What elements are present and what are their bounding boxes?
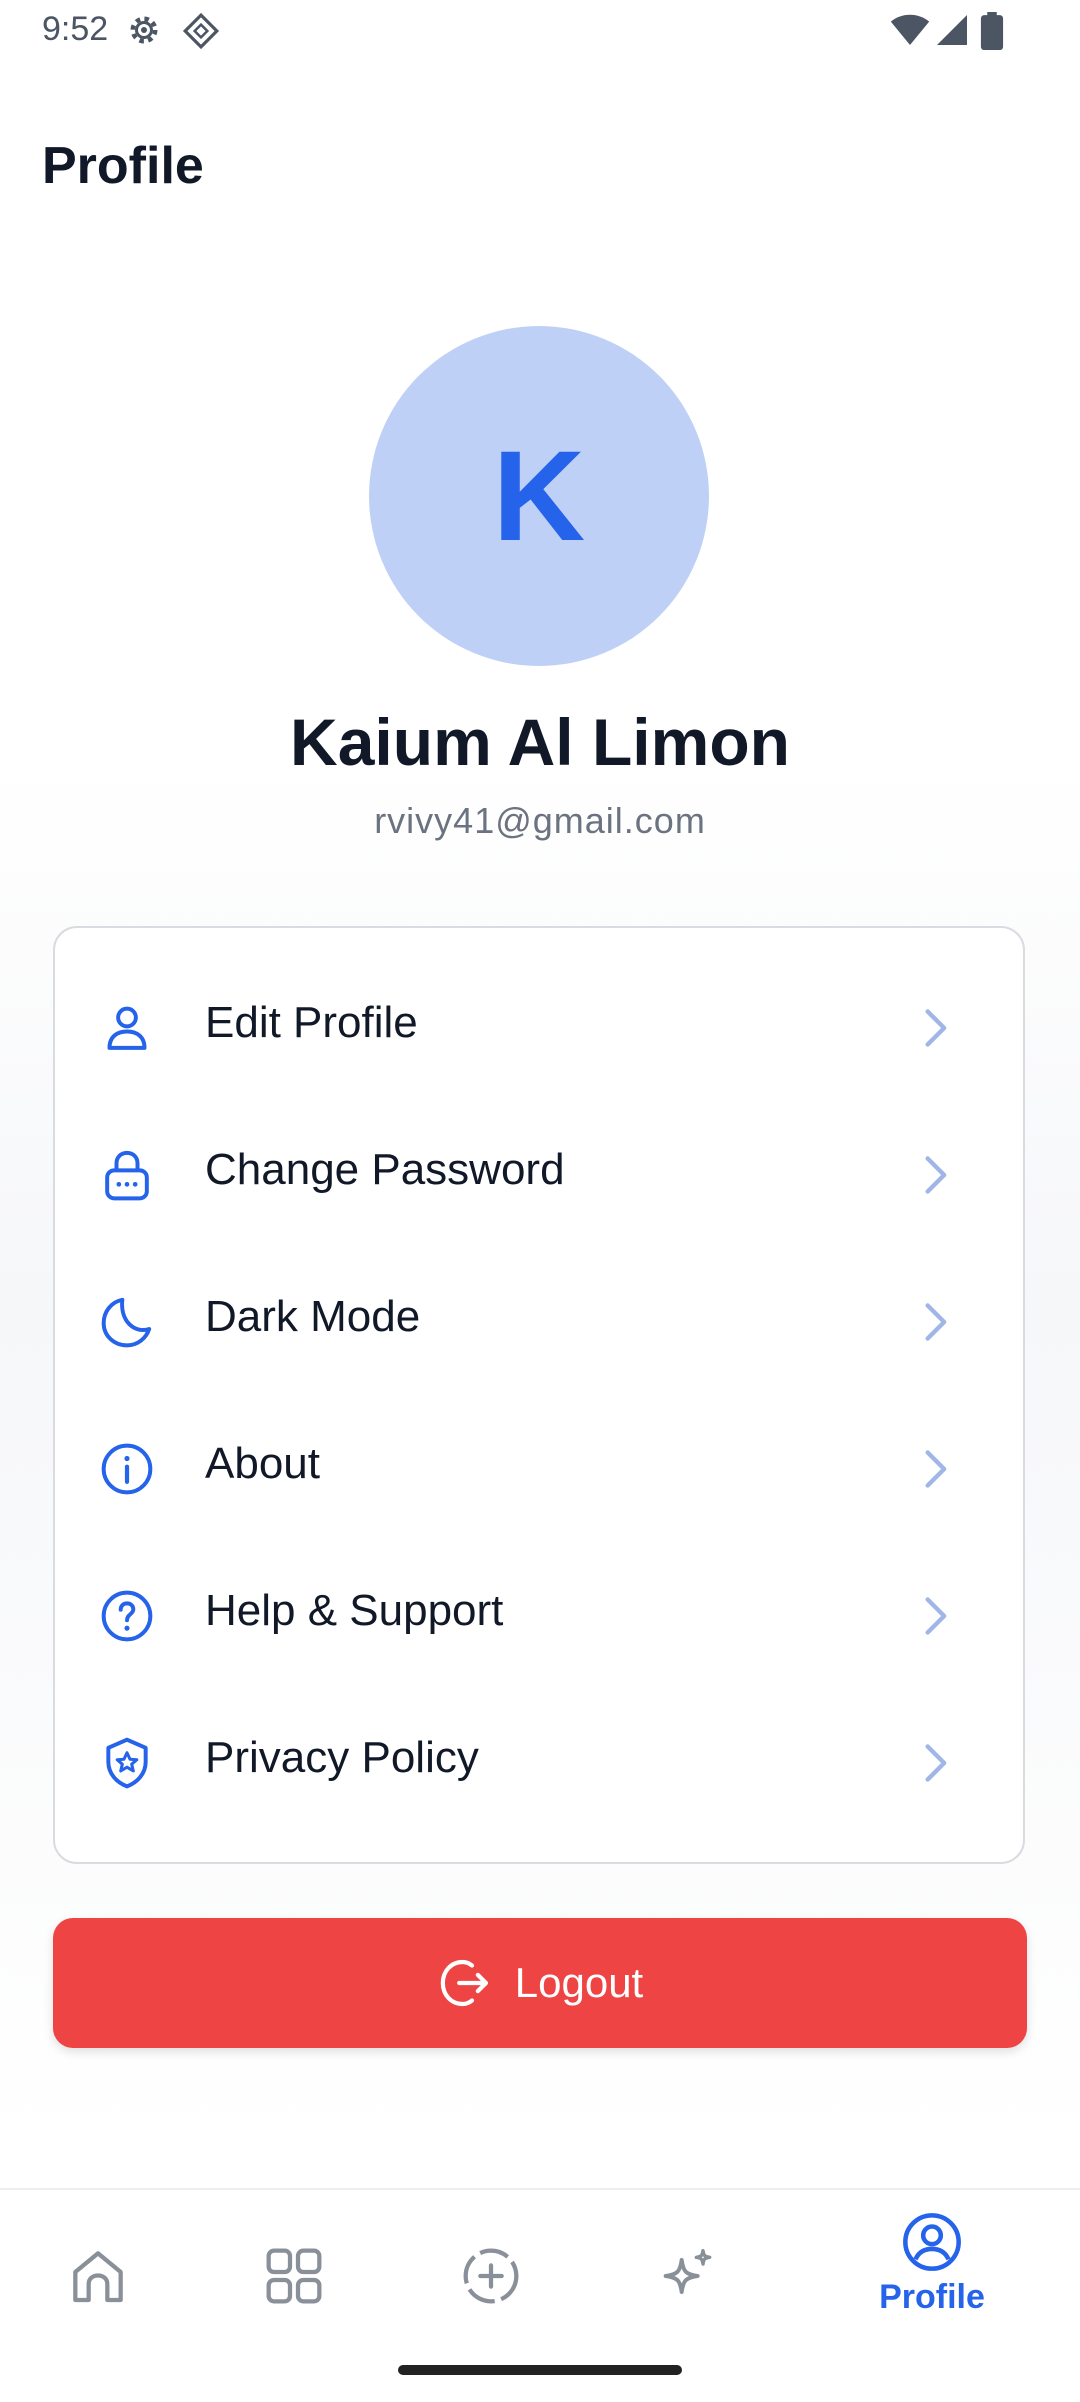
user-email: rvivy41@gmail.com xyxy=(374,800,706,841)
logout-icon xyxy=(440,1959,488,2007)
menu-item-label: Help & Support xyxy=(205,1586,504,1635)
chevron-right-icon xyxy=(925,1303,947,1341)
user-icon xyxy=(107,1006,147,1050)
home-icon xyxy=(73,2251,123,2303)
cast-diamond-icon xyxy=(182,12,220,50)
shield-icon xyxy=(106,1737,148,1789)
signal-icon xyxy=(937,15,967,45)
wifi-icon xyxy=(890,14,930,45)
nav-grid[interactable] xyxy=(219,2210,369,2340)
menu-item-label: Privacy Policy xyxy=(205,1733,479,1782)
chevron-right-icon xyxy=(925,1450,947,1488)
status-time: 9:52 xyxy=(42,10,109,48)
grid-icon xyxy=(266,2248,322,2304)
avatar-initial: K xyxy=(492,424,586,568)
nav-profile[interactable]: Profile xyxy=(857,2210,1007,2340)
home-indicator[interactable] xyxy=(398,2365,682,2375)
info-icon xyxy=(101,1443,153,1495)
menu-item-about[interactable]: About xyxy=(55,1395,1023,1542)
menu-item-dark-mode[interactable]: Dark Mode xyxy=(55,1248,1023,1395)
logout-button[interactable]: Logout xyxy=(53,1918,1027,2048)
add-circle-icon xyxy=(463,2248,519,2304)
help-icon xyxy=(101,1590,153,1642)
sparkle-icon xyxy=(663,2248,712,2294)
chevron-right-icon xyxy=(925,1156,947,1194)
chevron-right-icon xyxy=(925,1009,947,1047)
chevron-right-icon xyxy=(925,1744,947,1782)
menu-item-label: Edit Profile xyxy=(205,998,418,1047)
nav-sparkle[interactable] xyxy=(612,2210,762,2340)
user-name: Kaium Al Limon xyxy=(290,705,790,779)
menu-item-label: Change Password xyxy=(205,1145,565,1194)
menu-item-edit-profile[interactable]: Edit Profile xyxy=(55,954,1023,1101)
chevron-right-icon xyxy=(925,1597,947,1635)
menu-item-help-support[interactable]: Help & Support xyxy=(55,1542,1023,1689)
status-bar: 9:52 xyxy=(0,0,1080,64)
moon-icon xyxy=(101,1297,152,1348)
nav-profile-label: Profile xyxy=(879,2278,985,2316)
avatar[interactable]: K xyxy=(369,326,709,666)
lock-icon xyxy=(105,1150,149,1201)
logout-label: Logout xyxy=(514,1959,644,2006)
battery-icon xyxy=(980,12,1004,50)
nav-add[interactable] xyxy=(416,2210,566,2340)
menu-item-label: About xyxy=(205,1439,320,1488)
profile-icon xyxy=(903,2213,961,2271)
settings-menu: Edit Profile Change Password Dark Mode A… xyxy=(53,926,1025,1864)
page-title: Profile xyxy=(42,137,204,195)
menu-item-change-password[interactable]: Change Password xyxy=(55,1101,1023,1248)
menu-item-label: Dark Mode xyxy=(205,1292,421,1341)
menu-item-privacy-policy[interactable]: Privacy Policy xyxy=(55,1689,1023,1836)
settings-icon xyxy=(130,16,158,44)
nav-home[interactable] xyxy=(23,2210,173,2340)
